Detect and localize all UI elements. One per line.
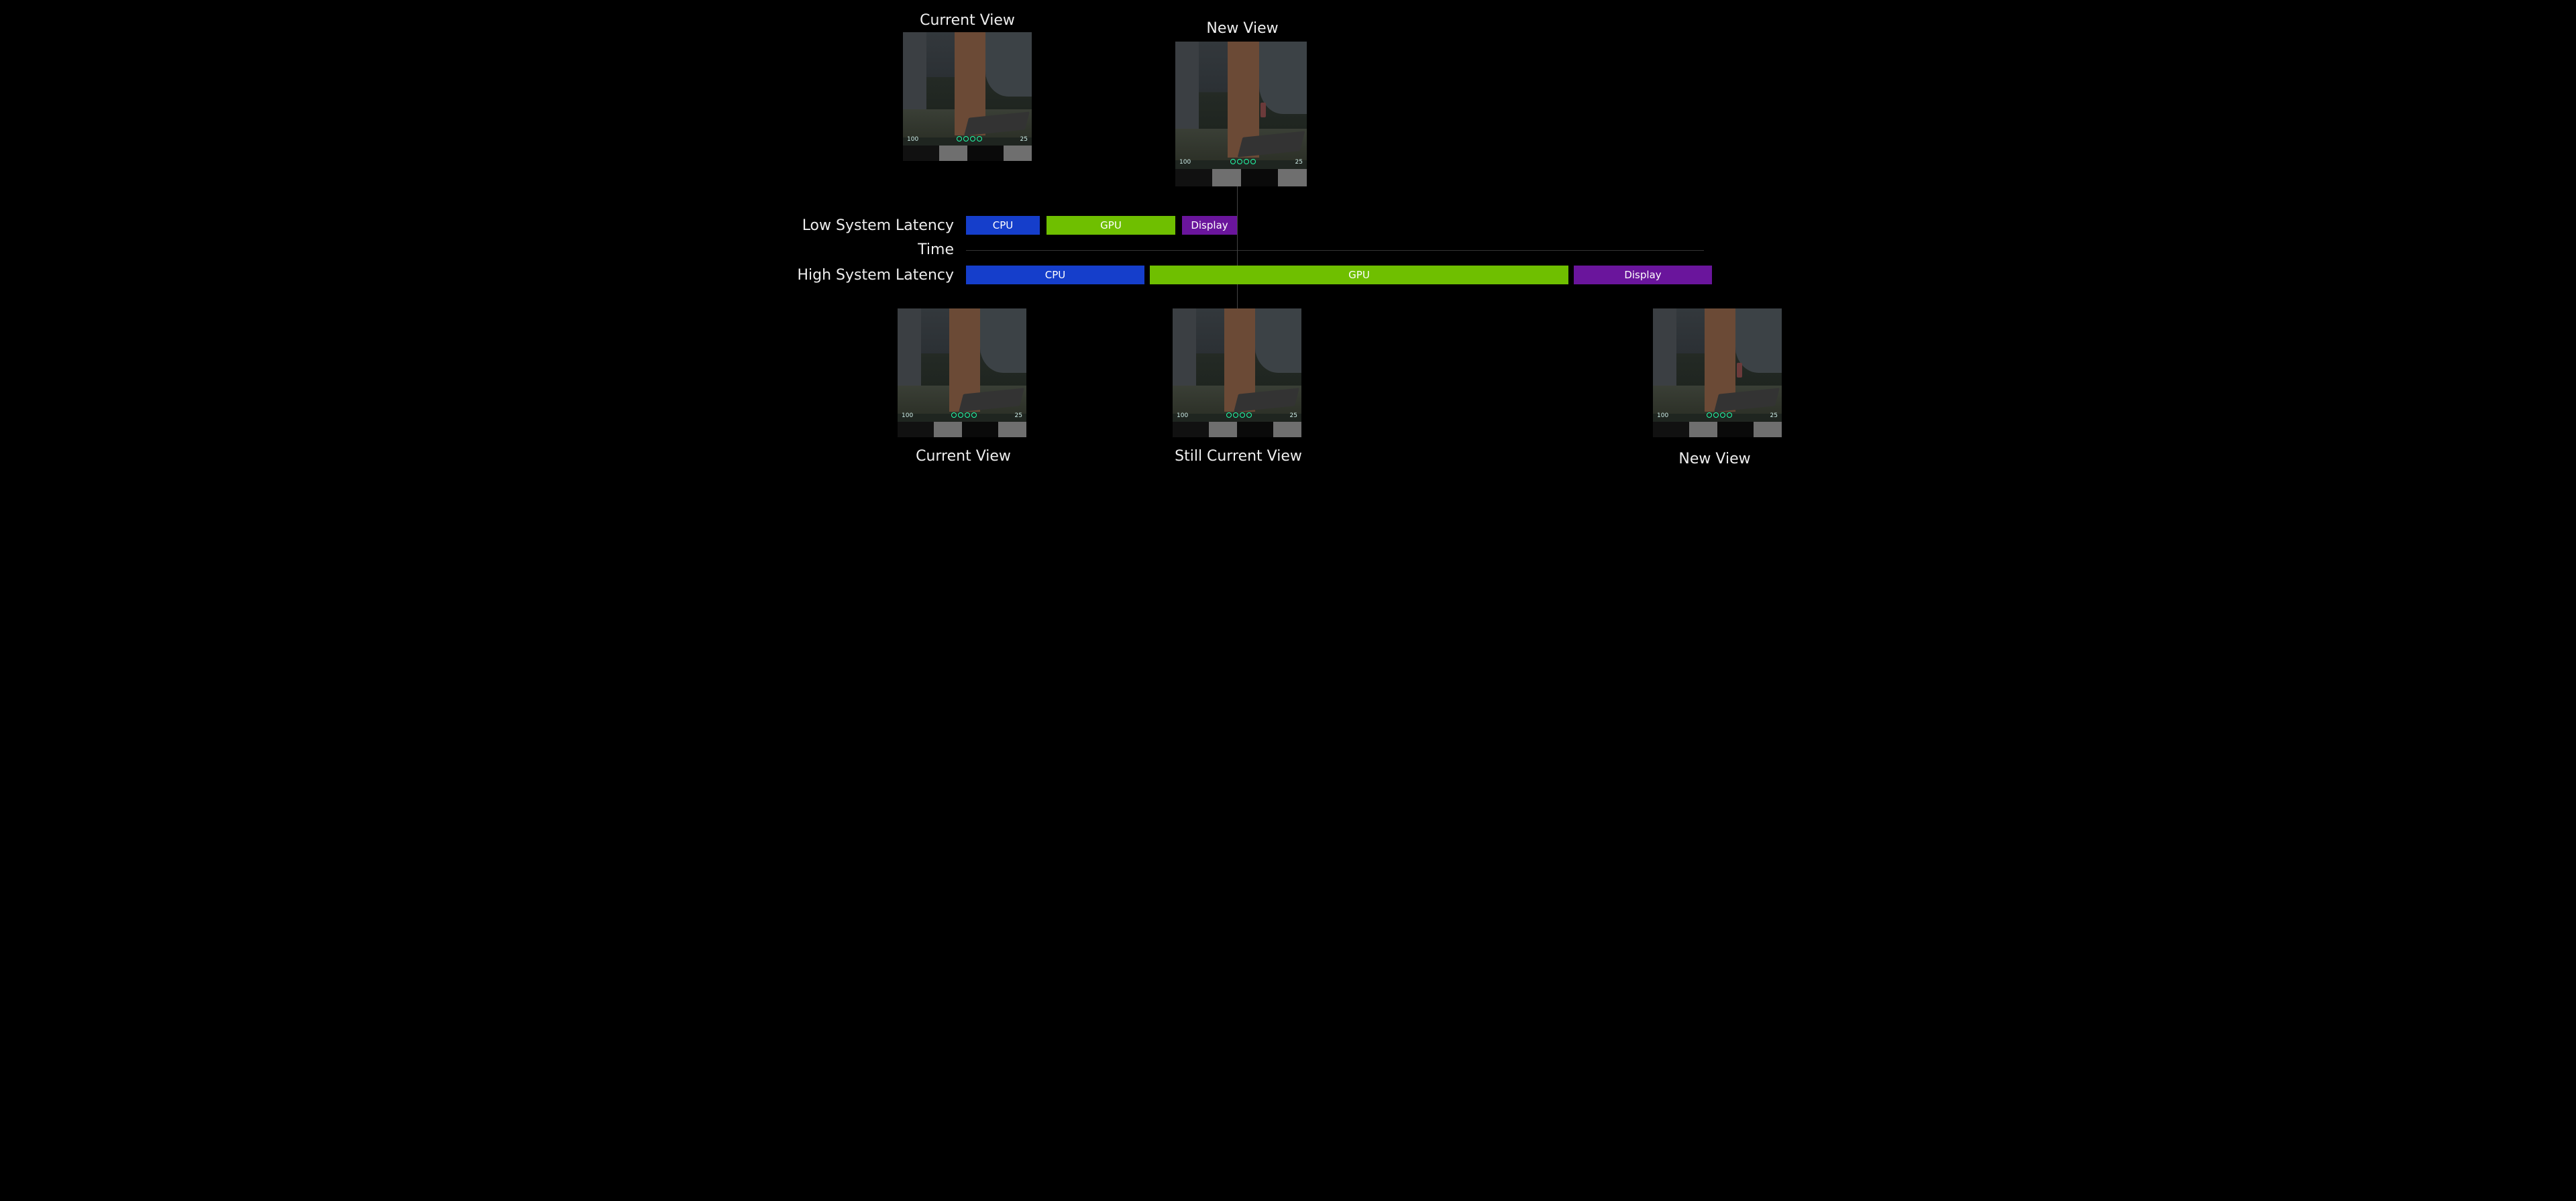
hud-hp: 100	[1657, 412, 1668, 419]
hud-hp: 100	[907, 136, 918, 143]
hud-ammo: 25	[1015, 412, 1022, 419]
seg-high-display: Display	[1574, 266, 1712, 284]
label-current-view-top: Current View	[920, 12, 1015, 29]
divider-new-view	[1237, 186, 1238, 314]
thumb-low-new: 100 25	[1175, 42, 1307, 186]
hud-ammo: 25	[1290, 412, 1297, 419]
latency-diagram: Current View New View 100 25 100 25 Low Sy…	[773, 0, 1803, 480]
time-axis	[966, 250, 1704, 251]
label-new-view-top: New View	[1206, 20, 1278, 37]
thumb-high-current: 100 25	[898, 308, 1026, 437]
hud-hp: 100	[902, 412, 913, 419]
seg-low-gpu: GPU	[1046, 216, 1175, 235]
label-time: Time	[786, 241, 954, 258]
thumb-high-new: 100 25	[1653, 308, 1782, 437]
thumb-low-current: 100 25	[903, 32, 1032, 161]
label-new-view-bottom: New View	[1678, 451, 1750, 467]
seg-high-gpu: GPU	[1150, 266, 1568, 284]
label-current-view-bottom: Current View	[916, 448, 1011, 465]
seg-high-cpu: CPU	[966, 266, 1144, 284]
hud-ammo: 25	[1020, 136, 1028, 143]
hud-ammo: 25	[1295, 159, 1303, 166]
hud-hp: 100	[1179, 159, 1191, 166]
label-low-latency: Low System Latency	[786, 217, 954, 234]
label-still-current-view: Still Current View	[1175, 448, 1302, 465]
hud-ammo: 25	[1770, 412, 1778, 419]
seg-low-display: Display	[1182, 216, 1237, 235]
thumb-high-still-current: 100 25	[1173, 308, 1301, 437]
label-high-latency: High System Latency	[786, 267, 954, 284]
hud-hp: 100	[1177, 412, 1188, 419]
seg-low-cpu: CPU	[966, 216, 1040, 235]
